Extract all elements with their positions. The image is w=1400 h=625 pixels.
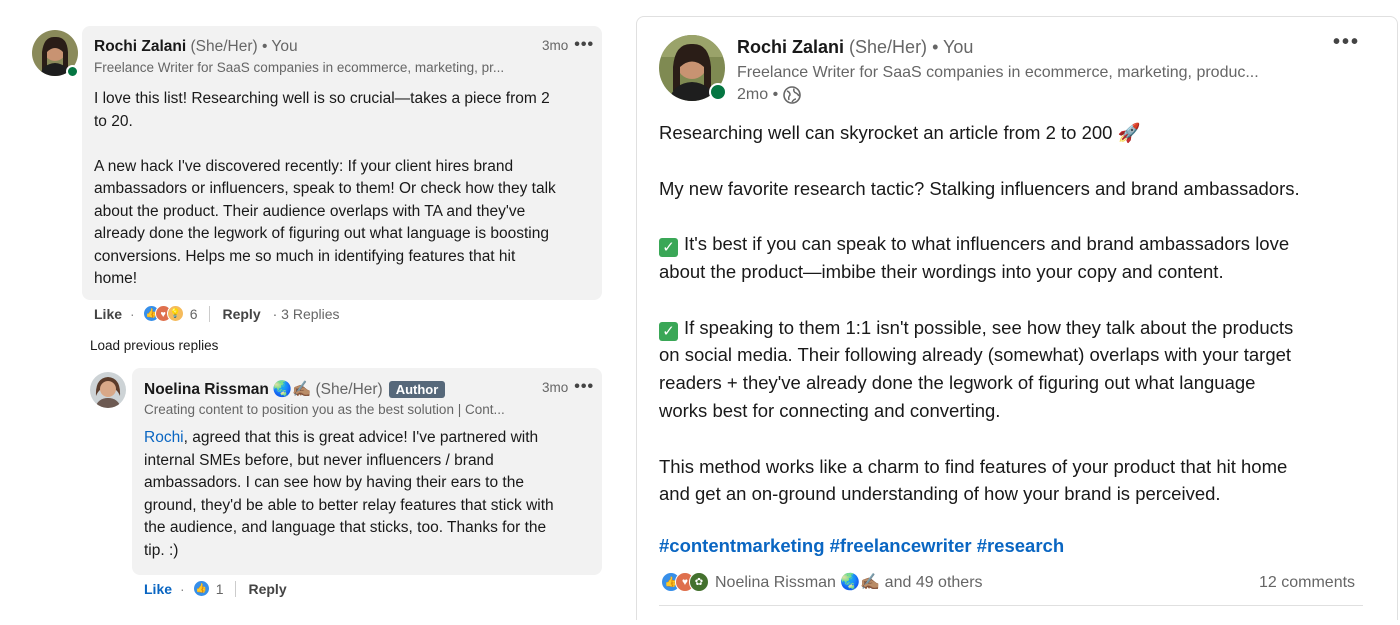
reply-bubble: Noelina Rissman 🌏✍🏽 (She/Her) Author Cre… bbox=[132, 368, 602, 575]
post-reactions-summary[interactable]: 👍 ♥ ✿ Noelina Rissman 🌏✍🏽 and 49 others bbox=[661, 572, 983, 592]
more-options-icon[interactable]: ••• bbox=[574, 36, 594, 54]
like-button[interactable]: Like bbox=[144, 581, 172, 597]
post-line: This method works like a charm to find f… bbox=[659, 455, 1288, 477]
post-line: on social media. Their following already… bbox=[659, 344, 1292, 366]
reply-line: ground, they'd be able to better relay f… bbox=[144, 496, 554, 514]
replier-pronouns: (She/Her) bbox=[315, 380, 383, 398]
post-line: readers + they've already done the legwo… bbox=[659, 372, 1256, 394]
comment-bubble: Rochi Zalani (She/Her) • You Freelance W… bbox=[82, 26, 602, 300]
like-icon: 👍 bbox=[192, 580, 210, 597]
replies-count[interactable]: · 3 Replies bbox=[273, 306, 340, 322]
post-line: about the product—imbibe their wordings … bbox=[659, 260, 1224, 282]
comment-line: I love this list! Researching well is so… bbox=[94, 90, 550, 107]
commenter-relation: • You bbox=[261, 38, 298, 55]
insightful-icon: 💡 bbox=[166, 305, 184, 322]
comment-line: about the product. Their audience overla… bbox=[94, 202, 526, 220]
reply-body: Rochi, agreed that this is great advice!… bbox=[144, 427, 594, 562]
action-divider bbox=[209, 305, 211, 322]
dot-separator: · bbox=[130, 305, 135, 322]
post-time-text: 2mo • bbox=[737, 86, 779, 103]
reaction-icons[interactable]: 👍 bbox=[192, 580, 210, 597]
post-line: works best for connecting and converting… bbox=[659, 399, 1001, 421]
replier-name-line[interactable]: Noelina Rissman 🌏✍🏽 (She/Her) Author bbox=[144, 380, 446, 399]
reply-actions: Like · 👍 1 Reply bbox=[144, 580, 287, 597]
comment-body: I love this list! Researching well is so… bbox=[94, 88, 594, 291]
reply-line: the audience, and language that sticks, … bbox=[144, 519, 547, 536]
reaction-icons[interactable]: 👍 ♥ 💡 bbox=[142, 305, 184, 322]
reply-line: ambassadors. I can see how by having the… bbox=[144, 474, 524, 491]
reply-line-text: , agreed that this is great advice! I've… bbox=[183, 429, 539, 446]
reactors-text[interactable]: Noelina Rissman 🌏✍🏽 and 49 others bbox=[715, 572, 983, 592]
author-badge: Author bbox=[388, 381, 446, 398]
comment-line: ambassadors or influencers, speak to the… bbox=[94, 180, 556, 197]
action-divider bbox=[235, 580, 237, 597]
like-button[interactable]: Like bbox=[94, 306, 122, 322]
commenter-pronouns: (She/Her) bbox=[190, 38, 258, 55]
post-paragraph: ✓ It's best if you can speak to what infl… bbox=[659, 230, 1379, 258]
reply-line: internal SMEs before, but never influenc… bbox=[144, 451, 494, 469]
comment-line: already done the legwork of figuring out… bbox=[94, 225, 549, 242]
check-mark-icon: ✓ bbox=[659, 321, 678, 341]
post-author-name-line[interactable]: Rochi Zalani (She/Her) • You bbox=[737, 37, 973, 58]
post-line: It's best if you can speak to what influ… bbox=[684, 233, 1290, 255]
post-paragraph: ✓ If speaking to them 1:1 isn't possible,… bbox=[659, 314, 1379, 342]
reply-time-and-menu: 3mo ••• bbox=[542, 378, 594, 396]
post-time: 2mo • bbox=[737, 86, 801, 104]
post-author-headline: Freelance Writer for SaaS companies in e… bbox=[737, 64, 1259, 81]
commenter-name-line[interactable]: Rochi Zalani (She/Her) • You bbox=[94, 38, 298, 56]
reaction-count[interactable]: 1 bbox=[216, 581, 224, 597]
replier-avatar[interactable] bbox=[90, 372, 126, 408]
online-status-dot bbox=[709, 83, 727, 101]
comment-time-and-menu: 3mo ••• bbox=[542, 36, 594, 54]
reaction-icons: 👍 ♥ ✿ bbox=[661, 572, 709, 592]
comment-line: home! bbox=[94, 270, 138, 287]
post-more-options-icon[interactable]: ••• bbox=[1333, 31, 1360, 54]
post-line: If speaking to them 1:1 isn't possible, … bbox=[684, 316, 1294, 338]
reply-line: Rochi, agreed that this is great advice!… bbox=[144, 427, 594, 450]
reply-time: 3mo bbox=[542, 379, 569, 395]
post-line: and get an on-ground understanding of ho… bbox=[659, 483, 1221, 505]
post-paragraph: My new favorite research tactic? Stalkin… bbox=[659, 177, 1300, 199]
globe-icon bbox=[783, 86, 801, 104]
dot-separator: · bbox=[180, 580, 185, 597]
globe-writing-emoji-icon: 🌏✍🏽 bbox=[272, 381, 312, 398]
mention-link[interactable]: Rochi bbox=[144, 429, 184, 446]
comment-actions: Like · 👍 ♥ 💡 6 Reply · 3 Replies bbox=[94, 305, 340, 322]
comment-line-blank bbox=[94, 133, 594, 156]
replier-headline: Creating content to position you as the … bbox=[144, 402, 505, 417]
reply-button[interactable]: Reply bbox=[222, 306, 260, 322]
commenter-name[interactable]: Rochi Zalani bbox=[94, 38, 186, 55]
commenter-headline: Freelance Writer for SaaS companies in e… bbox=[94, 60, 505, 75]
post-author-pronouns: (She/Her) bbox=[849, 37, 928, 57]
comment-line: A new hack I've discovered recently: If … bbox=[94, 157, 514, 175]
more-options-icon[interactable]: ••• bbox=[574, 378, 594, 396]
post-card: Rochi Zalani (She/Her) • You Freelance W… bbox=[636, 16, 1398, 620]
post-author-relation: • You bbox=[932, 37, 974, 57]
check-mark-icon: ✓ bbox=[659, 238, 678, 258]
post-divider bbox=[659, 605, 1363, 606]
post-paragraph: Researching well can skyrocket an articl… bbox=[659, 122, 1141, 143]
online-status-dot bbox=[66, 65, 79, 78]
post-body: Researching well can skyrocket an articl… bbox=[659, 119, 1379, 508]
post-hashtags[interactable]: #contentmarketing #freelancewriter #rese… bbox=[659, 535, 1064, 557]
reply-button[interactable]: Reply bbox=[248, 581, 286, 597]
load-previous-replies-link[interactable]: Load previous replies bbox=[90, 338, 218, 353]
support-icon: ✿ bbox=[689, 572, 709, 592]
replier-name[interactable]: Noelina Rissman bbox=[144, 381, 269, 399]
comment-line: conversions. Helps me so much in identif… bbox=[94, 247, 516, 265]
comments-count-link[interactable]: 12 comments bbox=[1259, 574, 1355, 592]
comment-time: 3mo bbox=[542, 37, 569, 53]
reply-line: tip. :) bbox=[144, 541, 179, 559]
post-author-name[interactable]: Rochi Zalani bbox=[737, 37, 844, 57]
comment-line: to 20. bbox=[94, 112, 133, 130]
reaction-count[interactable]: 6 bbox=[190, 306, 198, 322]
